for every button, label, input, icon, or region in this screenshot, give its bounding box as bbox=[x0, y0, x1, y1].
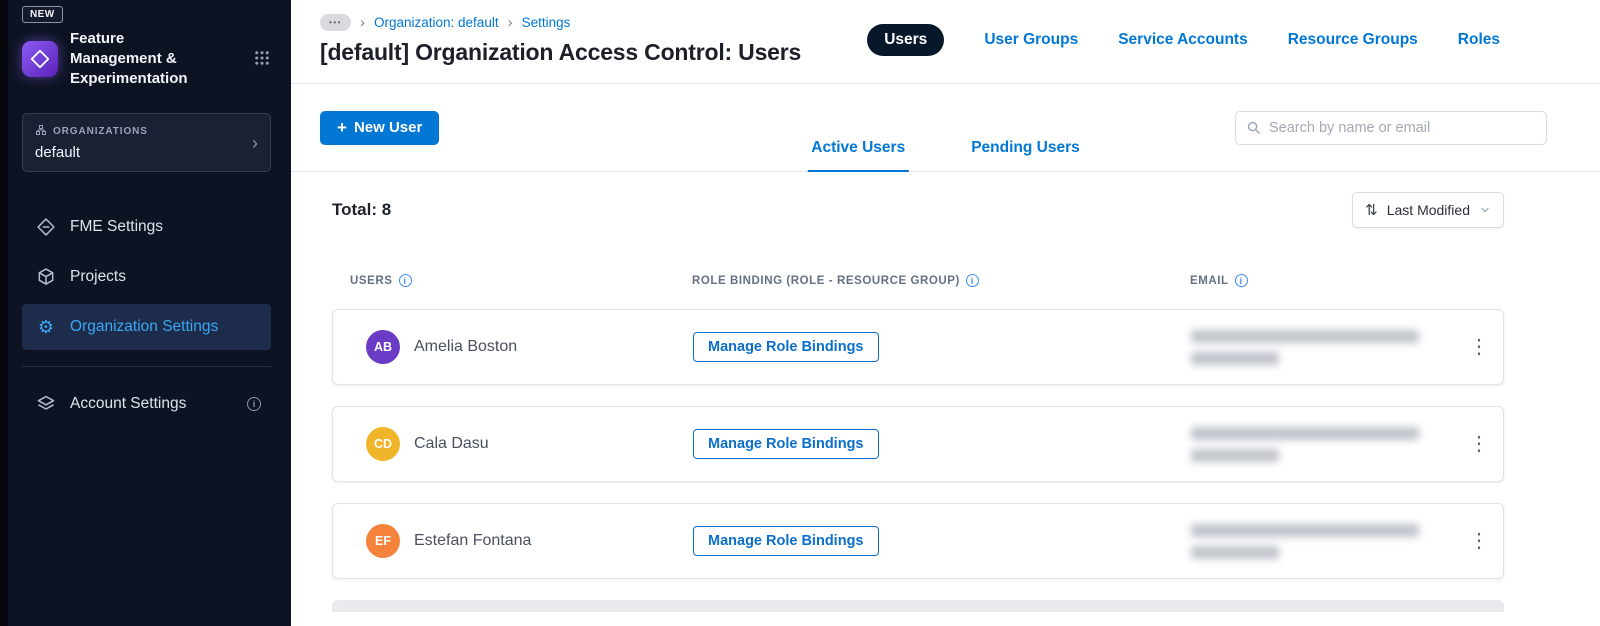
sidebar-item-projects[interactable]: Projects bbox=[22, 254, 271, 300]
app-window: NEW Feature Management & Experimentation bbox=[0, 0, 1600, 626]
page-title: [default] Organization Access Control: U… bbox=[320, 39, 802, 65]
projects-icon bbox=[36, 267, 56, 287]
sidebar-item-label: Projects bbox=[70, 268, 126, 286]
plus-icon: + bbox=[337, 118, 347, 137]
kebab-menu-button[interactable]: ⋮ bbox=[1463, 430, 1495, 458]
email-redacted bbox=[1191, 426, 1455, 462]
kebab-menu-button[interactable]: ⋮ bbox=[1463, 527, 1495, 555]
search-box bbox=[1235, 110, 1547, 145]
sidebar-item-label: Account Settings bbox=[70, 395, 187, 413]
layers-icon bbox=[36, 394, 56, 414]
manage-role-bindings-button[interactable]: Manage Role Bindings bbox=[693, 429, 879, 459]
org-selector-value: default bbox=[35, 144, 81, 162]
sidebar-nav: FME Settings Projects ⚙ Organization Set… bbox=[8, 204, 291, 351]
sidebar-item-label: Organization Settings bbox=[70, 318, 219, 336]
org-hierarchy-icon bbox=[35, 124, 47, 139]
avatar: CD bbox=[366, 427, 400, 461]
avatar: AB bbox=[366, 330, 400, 364]
manage-role-bindings-button[interactable]: Manage Role Bindings bbox=[693, 332, 879, 362]
manage-role-bindings-button[interactable]: Manage Role Bindings bbox=[693, 526, 879, 556]
new-user-button-label: New User bbox=[353, 119, 423, 136]
sort-label: Last Modified bbox=[1386, 202, 1470, 218]
search-icon bbox=[1246, 120, 1261, 135]
column-header-users: USERS i bbox=[350, 274, 692, 287]
chevron-down-icon bbox=[1479, 204, 1491, 216]
fme-settings-icon bbox=[36, 217, 56, 237]
user-name: Cala Dasu bbox=[414, 435, 489, 452]
info-icon[interactable]: i bbox=[398, 274, 412, 287]
ellipsis-icon: ••• bbox=[329, 18, 342, 27]
info-icon[interactable]: i bbox=[965, 274, 979, 287]
app-logo-icon bbox=[22, 41, 58, 78]
sort-icon: ⇅ bbox=[1365, 201, 1378, 219]
column-header-role-binding: ROLE BINDING (ROLE - RESOURCE GROUP) i bbox=[692, 274, 1190, 287]
main-content: ••• › Organization: default › Settings [… bbox=[291, 0, 1600, 626]
window-edge-strip bbox=[0, 0, 8, 626]
tab-roles[interactable]: Roles bbox=[1458, 31, 1500, 49]
sidebar-item-account-settings[interactable]: Account Settings i bbox=[22, 381, 271, 427]
info-icon[interactable]: i bbox=[1234, 274, 1248, 287]
sidebar-header: NEW Feature Management & Experimentation bbox=[8, 0, 291, 99]
tab-user-groups[interactable]: User Groups bbox=[984, 31, 1078, 49]
chevron-right-icon: › bbox=[507, 14, 513, 31]
search-input[interactable] bbox=[1269, 119, 1536, 136]
chevron-right-icon: › bbox=[252, 132, 258, 153]
sidebar: NEW Feature Management & Experimentation bbox=[8, 0, 291, 626]
email-redacted bbox=[1191, 329, 1455, 365]
gear-icon: ⚙ bbox=[37, 317, 55, 338]
table-row: CD Cala Dasu Manage Role Bindings ⋮ bbox=[332, 406, 1504, 482]
column-header-email: EMAIL i bbox=[1190, 274, 1456, 287]
organization-selector[interactable]: ORGANIZATIONS default › bbox=[22, 113, 271, 173]
toolbar: + New User Active Users Pending Users bbox=[291, 84, 1600, 172]
sidebar-divider bbox=[22, 366, 271, 368]
users-list-section: Total: 8 ⇅ Last Modified USERS i ROLE BI… bbox=[291, 172, 1600, 612]
breadcrumb-settings-link[interactable]: Settings bbox=[522, 15, 571, 30]
breadcrumb-overflow-button[interactable]: ••• bbox=[320, 14, 351, 31]
app-title: Feature Management & Experimentation bbox=[70, 30, 188, 88]
partial-next-row bbox=[332, 600, 1504, 612]
total-count: Total: 8 bbox=[332, 200, 392, 219]
table-row: EF Estefan Fontana Manage Role Bindings … bbox=[332, 503, 1504, 579]
tab-active-users[interactable]: Active Users bbox=[807, 139, 910, 172]
chevron-right-icon: › bbox=[360, 14, 365, 31]
user-name: Estefan Fontana bbox=[414, 532, 532, 549]
apps-grid-icon[interactable] bbox=[249, 45, 275, 74]
table-header: USERS i ROLE BINDING (ROLE - RESOURCE GR… bbox=[332, 274, 1504, 287]
new-user-button[interactable]: + New User bbox=[320, 110, 440, 145]
email-redacted bbox=[1191, 523, 1455, 559]
user-name: Amelia Boston bbox=[414, 338, 518, 355]
table-row: AB Amelia Boston Manage Role Bindings ⋮ bbox=[332, 309, 1504, 385]
tab-service-accounts[interactable]: Service Accounts bbox=[1118, 31, 1248, 49]
user-view-tabs: Active Users Pending Users bbox=[807, 139, 1083, 172]
tab-resource-groups[interactable]: Resource Groups bbox=[1288, 31, 1418, 49]
tab-users[interactable]: Users bbox=[867, 24, 945, 56]
access-control-tabs: Users User Groups Service Accounts Resou… bbox=[867, 24, 1500, 56]
org-selector-label: ORGANIZATIONS bbox=[53, 126, 148, 138]
kebab-menu-button[interactable]: ⋮ bbox=[1463, 333, 1495, 361]
sidebar-item-organization-settings[interactable]: ⚙ Organization Settings bbox=[22, 304, 271, 351]
breadcrumb: ••• › Organization: default › Settings bbox=[320, 14, 801, 31]
breadcrumb-organization-link[interactable]: Organization: default bbox=[374, 15, 499, 30]
sidebar-item-fme-settings[interactable]: FME Settings bbox=[22, 204, 271, 250]
page-header: ••• › Organization: default › Settings [… bbox=[291, 0, 1600, 84]
avatar: EF bbox=[366, 524, 400, 558]
new-badge: NEW bbox=[22, 6, 63, 23]
user-rows: AB Amelia Boston Manage Role Bindings ⋮ bbox=[332, 309, 1504, 612]
sort-dropdown[interactable]: ⇅ Last Modified bbox=[1352, 192, 1504, 228]
info-icon[interactable]: i bbox=[247, 397, 261, 412]
sidebar-item-label: FME Settings bbox=[70, 218, 164, 236]
tab-pending-users[interactable]: Pending Users bbox=[967, 139, 1084, 172]
